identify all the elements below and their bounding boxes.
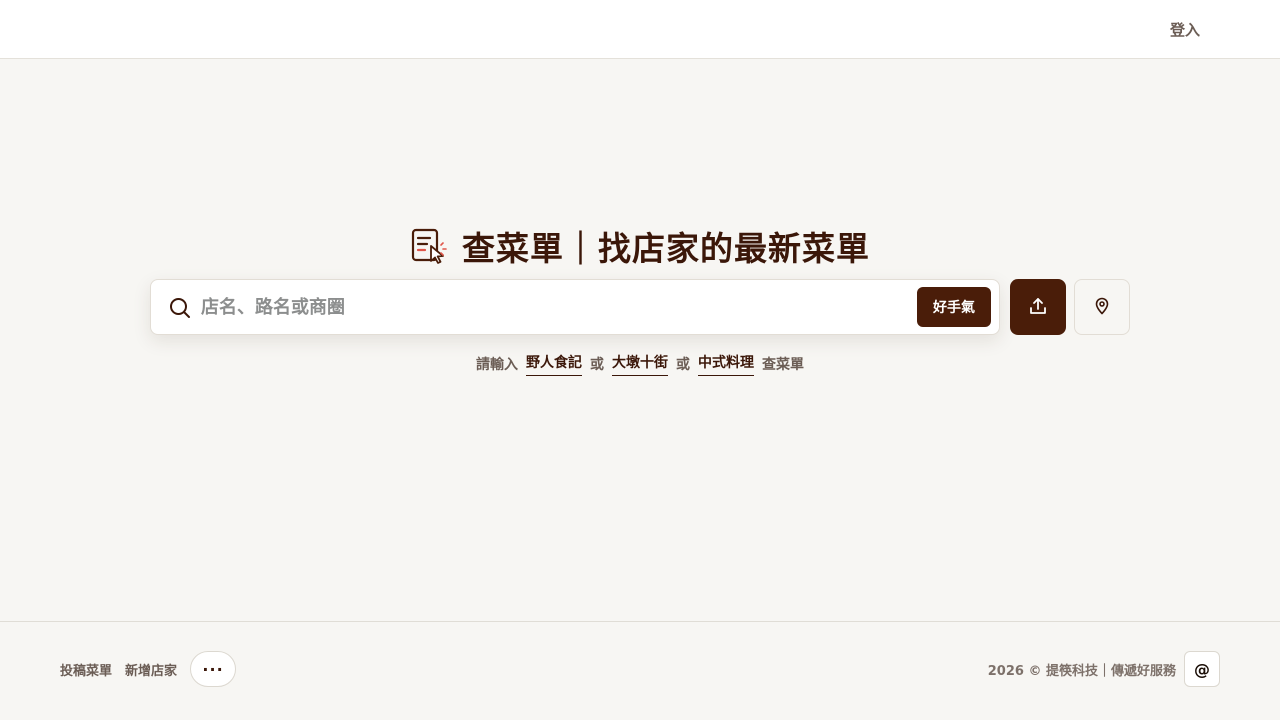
example-link-1[interactable]: 野人食記 [526,352,582,376]
add-store-link[interactable]: 新增店家 [125,660,177,679]
upload-icon [1029,297,1047,318]
map-pin-icon [1093,297,1111,318]
more-button[interactable]: ··· [190,651,237,687]
submit-menu-link[interactable]: 投稿菜單 [60,660,112,679]
example-link-2[interactable]: 大墩十街 [612,352,668,376]
hint-suffix: 查菜單 [762,357,804,373]
upload-button[interactable] [1010,279,1066,335]
contact-button[interactable]: @ [1184,651,1220,687]
page-title: 查菜單｜找店家的最新菜單 [462,229,870,268]
search-input[interactable] [201,288,901,326]
hero-title: 查菜單｜找店家的最新菜單 [0,222,1280,270]
at-icon: @ [1194,659,1210,679]
lucky-button[interactable]: 好手氣 [917,287,991,327]
top-bar: 登入 [0,0,1280,59]
search-icon [169,297,191,319]
more-dots-icon: ··· [202,659,224,679]
login-link[interactable]: 登入 [1170,19,1200,40]
footer-links: 投稿菜單 新增店家 ··· [60,651,237,687]
menu-cursor-icon [410,227,448,265]
footer-info: 2026 © 提筷科技｜傳遞好服務 @ [988,651,1220,687]
hint-prefix: 請輸入 [476,357,518,373]
example-link-3[interactable]: 中式料理 [698,352,754,376]
footer: 投稿菜單 新增店家 ··· 2026 © 提筷科技｜傳遞好服務 @ [0,621,1280,720]
hint-separator: 或 [590,357,604,373]
hint-separator: 或 [676,357,690,373]
copyright-text: 2026 © 提筷科技｜傳遞好服務 [987,663,1176,679]
search-box: 好手氣 [150,279,1000,335]
search-hint: 請輸入 野人食記 或 大墩十街 或 中式料理 查菜單 [0,352,1280,376]
location-button[interactable] [1074,279,1130,335]
